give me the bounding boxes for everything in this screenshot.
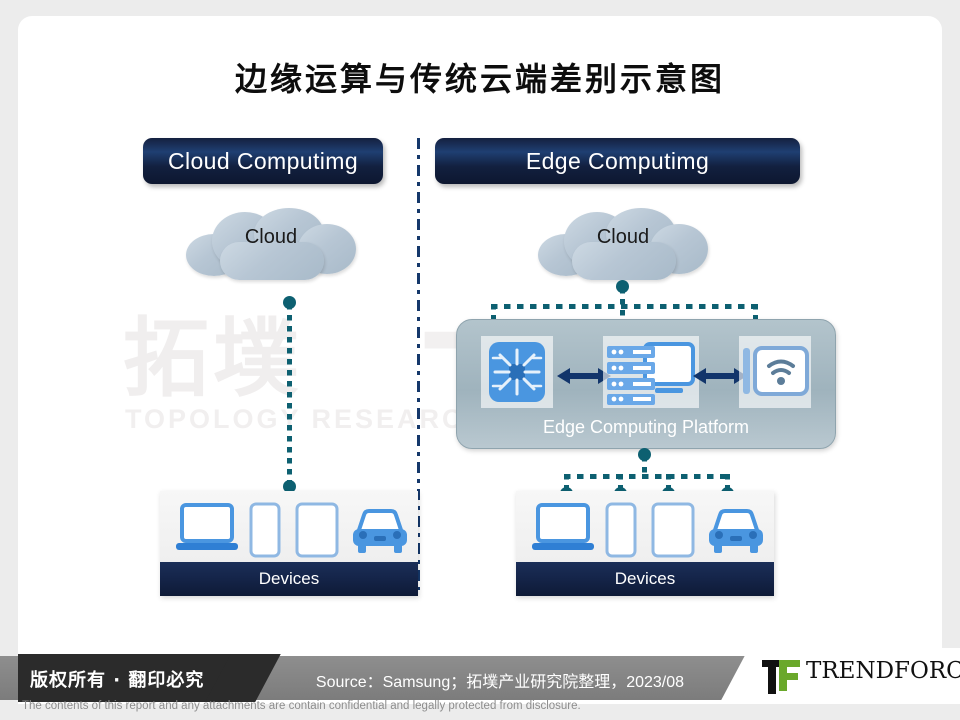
- laptop-icon: [176, 503, 238, 550]
- car-icon: [709, 509, 763, 553]
- tablet-icon: [295, 502, 339, 558]
- section-header-cloud-label: Cloud Computimg: [167, 147, 359, 174]
- watermark-chinese-text: 拓墣: [123, 309, 303, 409]
- phone-icon: [249, 502, 281, 558]
- trendforce-wordmark: TRENDFORCE: [806, 658, 960, 684]
- edge-computing-platform-box: Edge Computing Platform: [456, 319, 836, 449]
- devices-label-left: Devices: [258, 569, 320, 588]
- chip-icon: [489, 342, 545, 402]
- server-icon: [607, 342, 695, 405]
- cloud-label-right: Cloud: [596, 226, 650, 248]
- laptop-icon: [532, 503, 594, 550]
- devices-box-right: Devices: [516, 491, 774, 596]
- footer-disclaimer-text: The contents of this report and any atta…: [22, 700, 581, 712]
- devices-bar-left: Devices: [160, 562, 418, 596]
- cloud-shape-right: Cloud: [538, 208, 708, 280]
- section-header-edge-label: Edge Computimg: [525, 147, 710, 174]
- wifi-icon: [743, 346, 809, 396]
- slide-canvas: TRI 拓墣 TOPOLOGY RESEARCH INSTITUTE 边缘运算与…: [18, 16, 942, 704]
- section-header-cloud: Cloud Computimg: [143, 138, 383, 184]
- connector-line-cloud-to-devices: [287, 304, 292, 492]
- connector-bus-edge-top: [491, 304, 757, 309]
- phone-icon: [605, 502, 637, 558]
- section-header-edge: Edge Computimg: [435, 138, 800, 184]
- page-title: 边缘运算与传统云端差别示意图: [234, 60, 725, 98]
- platform-node-server: [603, 336, 699, 408]
- edge-platform-label: Edge Computing Platform: [542, 417, 750, 437]
- car-icon: [353, 509, 407, 553]
- cloud-shape-left: Cloud: [186, 208, 356, 280]
- tablet-icon: [651, 502, 695, 558]
- platform-node-wifi: [739, 336, 811, 408]
- footer-copyright-text: 版权所有 · 翻印必究: [30, 670, 205, 691]
- devices-label-right: Devices: [614, 569, 676, 588]
- devices-bar-right: Devices: [516, 562, 774, 596]
- devices-box-left: Devices: [160, 491, 418, 596]
- footer-source-text: Source：Samsung；拓墣产业研究院整理，2023/08: [315, 674, 685, 691]
- cloud-label-left: Cloud: [244, 226, 298, 248]
- connector-bus-devices: [564, 474, 730, 479]
- trendforce-logo-icon: [762, 660, 800, 694]
- platform-node-chip: [481, 336, 553, 408]
